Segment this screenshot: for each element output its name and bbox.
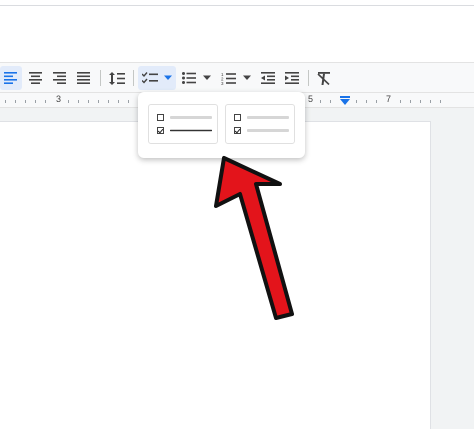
text-placeholder-line bbox=[247, 116, 289, 119]
align-right-icon bbox=[53, 72, 66, 84]
ruler-tick bbox=[330, 100, 331, 103]
ruler-tick bbox=[356, 100, 357, 103]
numbered-list-icon: 1 2 3 bbox=[221, 72, 236, 85]
numbered-list-button[interactable]: 1 2 3 bbox=[218, 66, 254, 90]
line-spacing-icon bbox=[109, 71, 125, 85]
ruler-tick bbox=[98, 100, 99, 103]
checklist-style-menu bbox=[138, 92, 305, 158]
text-placeholder-line bbox=[247, 129, 289, 132]
ruler-tick bbox=[118, 100, 119, 103]
align-right-button[interactable] bbox=[50, 66, 70, 90]
clear-formatting-icon bbox=[317, 71, 330, 85]
bulleted-list-icon bbox=[182, 72, 196, 84]
checkbox-unchecked-icon bbox=[234, 114, 241, 121]
ruler-tick bbox=[35, 100, 36, 103]
ruler-tick bbox=[420, 100, 421, 103]
ruler-tick bbox=[430, 100, 431, 103]
toolbar-separator bbox=[308, 70, 309, 86]
checkbox-checked-icon bbox=[157, 127, 164, 134]
toolbar-separator bbox=[133, 70, 134, 86]
checklist-row bbox=[157, 127, 212, 134]
header-divider bbox=[0, 5, 474, 6]
ruler-tick bbox=[366, 100, 367, 103]
checklist-button[interactable] bbox=[138, 66, 176, 90]
align-center-icon bbox=[29, 72, 42, 84]
chevron-down-icon bbox=[163, 75, 172, 80]
chevron-down-icon bbox=[203, 75, 211, 80]
justify-icon bbox=[77, 72, 90, 84]
checklist-option-strikethrough[interactable] bbox=[148, 104, 218, 144]
increase-indent-button[interactable] bbox=[282, 66, 302, 90]
toolbar-separator bbox=[100, 70, 101, 86]
ruler-number: 5 bbox=[308, 94, 314, 104]
ruler-number: 3 bbox=[56, 94, 62, 104]
ruler-tick bbox=[400, 100, 401, 103]
ruler-tick bbox=[440, 100, 441, 103]
checkbox-checked-icon bbox=[234, 127, 241, 134]
bulleted-list-button[interactable] bbox=[180, 66, 214, 90]
checklist-row bbox=[234, 114, 289, 121]
checklist-row bbox=[234, 127, 289, 134]
ruler-tick bbox=[88, 100, 89, 103]
align-left-button[interactable] bbox=[0, 66, 22, 90]
increase-indent-icon bbox=[285, 72, 299, 84]
docs-header-area bbox=[0, 0, 474, 62]
svg-text:3: 3 bbox=[221, 81, 224, 85]
checklist-icon bbox=[141, 72, 158, 84]
ruler-tick bbox=[68, 100, 69, 103]
ruler-tick bbox=[45, 100, 46, 103]
formatting-toolbar: 1 2 3 bbox=[0, 62, 474, 93]
align-center-button[interactable] bbox=[26, 66, 46, 90]
decrease-indent-icon bbox=[261, 72, 275, 84]
checkbox-unchecked-icon bbox=[157, 114, 164, 121]
justify-button[interactable] bbox=[74, 66, 94, 90]
ruler-tick bbox=[320, 100, 321, 103]
ruler-tick bbox=[5, 100, 6, 103]
chevron-down-icon bbox=[242, 75, 251, 80]
ruler-tick bbox=[410, 100, 411, 103]
ruler-tick bbox=[128, 100, 129, 103]
ruler-tick bbox=[25, 100, 26, 103]
ruler-tick bbox=[15, 100, 16, 103]
right-indent-marker-icon[interactable] bbox=[340, 96, 350, 105]
ruler-number: 7 bbox=[386, 94, 392, 104]
decrease-indent-button[interactable] bbox=[258, 66, 278, 90]
checklist-row bbox=[157, 114, 212, 121]
line-spacing-button[interactable] bbox=[106, 66, 128, 90]
ruler-tick bbox=[78, 100, 79, 103]
document-page[interactable] bbox=[0, 122, 430, 429]
clear-formatting-button[interactable] bbox=[314, 66, 334, 90]
ruler-tick bbox=[108, 100, 109, 103]
align-left-icon bbox=[4, 72, 17, 84]
strikethrough-line bbox=[170, 129, 212, 132]
text-placeholder-line bbox=[170, 116, 212, 119]
checklist-option-plain[interactable] bbox=[225, 104, 295, 144]
ruler-tick bbox=[376, 100, 377, 103]
